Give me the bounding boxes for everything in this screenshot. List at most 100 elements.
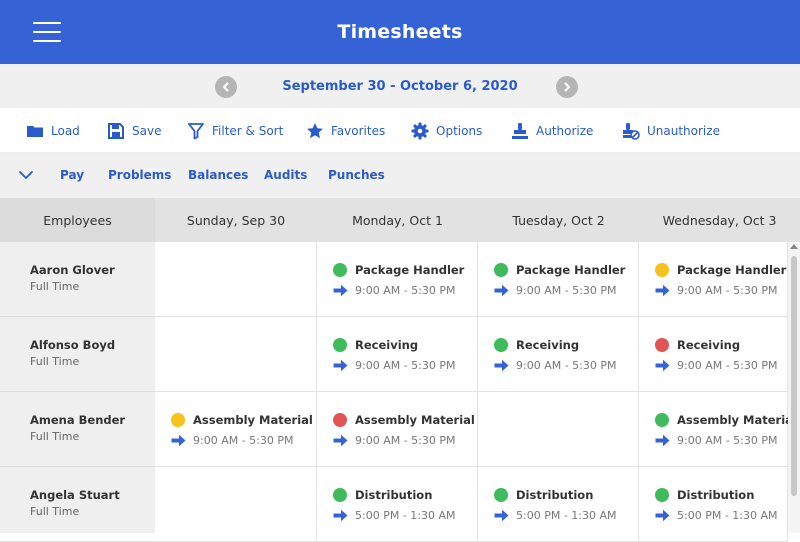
unauthorize-stamp-icon [623,122,640,140]
employee-row[interactable]: Aaron Glover Full Time [0,242,155,317]
folder-icon [27,125,43,137]
arrow-right-icon [333,434,348,447]
shift-job: Receiving [655,338,740,352]
save-button[interactable]: Save [107,108,161,153]
tab-balances[interactable]: Balances [188,153,248,198]
shift-time: 9:00 AM - 5:30 PM [655,284,778,297]
shift-time: 5:00 PM - 1:30 AM [655,509,778,522]
date-navigation: September 30 - October 6, 2020 [0,64,800,108]
vertical-scrollbar[interactable] [788,242,800,533]
chevron-left-icon [223,82,229,92]
status-dot-icon [655,413,669,427]
tab-pay[interactable]: Pay [60,153,84,198]
employee-row[interactable]: Amena Bender Full Time [0,392,155,467]
job-title: Package Handler [677,263,787,277]
favorites-label: Favorites [331,123,386,138]
shift-cell[interactable]: Receiving 9:00 AM - 5:30 PM [317,317,478,392]
column-header-day[interactable]: Wednesday, Oct 3 [639,198,800,242]
favorites-button[interactable]: Favorites [306,108,385,153]
job-title: Assembly Material [677,413,797,427]
job-title: Distribution [355,488,433,502]
job-title: Assembly Material [355,413,475,427]
shift-job: Distribution [333,488,432,502]
unauthorize-label: Unauthorize [647,123,720,138]
sub-navigation: Pay Problems Balances Audits Punches [0,153,800,198]
shift-job: Assembly Material [333,413,475,427]
shift-time: 9:00 AM - 5:30 PM [494,284,617,297]
shift-cell[interactable]: Distribution 5:00 PM - 1:30 AM [639,467,788,542]
authorize-label: Authorize [536,123,594,138]
scrollbar-thumb[interactable] [791,256,797,496]
employee-row[interactable]: Alfonso Boyd Full Time [0,317,155,392]
timesheet-header-row: Employees Sunday, Sep 30 Monday, Oct 1 T… [0,198,800,242]
employee-name: Amena Bender [30,413,126,427]
options-button[interactable]: Options [411,108,482,153]
next-week-button[interactable] [556,76,578,98]
page-title: Timesheets [337,21,463,43]
empty-shift-cell[interactable] [155,317,317,392]
shift-time: 9:00 AM - 5:30 PM [494,359,617,372]
shift-cell[interactable]: Assembly Material 9:00 AM - 5:30 PM [155,392,317,467]
load-button[interactable]: Load [26,108,80,153]
status-dot-icon [333,338,347,352]
column-header-employees[interactable]: Employees [0,198,155,242]
job-title: Receiving [677,338,741,352]
status-dot-icon [655,263,669,277]
load-label: Load [51,123,80,138]
shift-time-text: 9:00 AM - 5:30 PM [677,359,778,372]
arrow-right-icon [655,359,670,372]
arrow-right-icon [494,509,509,522]
arrow-right-icon [655,284,670,297]
column-header-day[interactable]: Monday, Oct 1 [317,198,478,242]
hamburger-menu-icon[interactable] [33,20,61,44]
status-dot-icon [494,488,508,502]
column-header-day[interactable]: Tuesday, Oct 2 [478,198,639,242]
employee-row[interactable]: Angela Stuart Full Time [0,467,155,542]
column-header-day[interactable]: Sunday, Sep 30 [155,198,317,242]
shift-cell[interactable]: Package Handler 9:00 AM - 5:30 PM [639,242,788,317]
gear-icon [411,122,429,139]
arrow-right-icon [171,434,186,447]
job-title: Receiving [516,338,580,352]
shift-job: Receiving [333,338,418,352]
shift-cell[interactable]: Receiving 9:00 AM - 5:30 PM [478,317,639,392]
shift-cell[interactable]: Assembly Material 9:00 AM - 5:30 PM [317,392,478,467]
shift-cell[interactable]: Distribution 5:00 PM - 1:30 AM [478,467,639,542]
arrow-right-icon [494,359,509,372]
shift-time-text: 9:00 AM - 5:30 PM [355,359,456,372]
employee-type: Full Time [30,505,80,518]
chevron-right-icon [564,82,570,92]
shift-time: 5:00 PM - 1:30 AM [333,509,456,522]
status-dot-icon [494,263,508,277]
empty-shift-cell[interactable] [155,242,317,317]
arrow-right-icon [655,434,670,447]
shift-time: 9:00 AM - 5:30 PM [655,434,778,447]
shift-cell[interactable]: Package Handler 9:00 AM - 5:30 PM [478,242,639,317]
employee-list: Aaron Glover Full Time Alfonso Boyd Full… [0,242,155,542]
status-dot-icon [171,413,185,427]
shift-cell[interactable]: Receiving 9:00 AM - 5:30 PM [639,317,788,392]
authorize-button[interactable]: Authorize [511,108,593,153]
shift-cell[interactable]: Package Handler 9:00 AM - 5:30 PM [317,242,478,317]
empty-shift-cell[interactable] [478,392,639,467]
shift-cell[interactable]: Assembly Material 9:00 AM - 5:30 PM [639,392,797,467]
arrow-right-icon [333,509,348,522]
shift-time-text: 9:00 AM - 5:30 PM [193,434,294,447]
previous-week-button[interactable] [215,76,237,98]
arrow-right-icon [494,284,509,297]
tab-audits[interactable]: Audits [264,153,307,198]
status-dot-icon [494,338,508,352]
unauthorize-button[interactable]: Unauthorize [622,108,720,153]
scroll-up-arrow-icon[interactable] [790,244,798,249]
shift-job: Distribution [494,488,593,502]
empty-shift-cell[interactable] [155,467,317,542]
shift-job: Assembly Material [655,413,797,427]
shift-job: Package Handler [494,263,625,277]
employee-name: Aaron Glover [30,263,115,277]
tab-problems[interactable]: Problems [108,153,171,198]
shift-cell[interactable]: Distribution 5:00 PM - 1:30 AM [317,467,478,542]
chevron-down-icon[interactable] [18,169,34,181]
job-title: Package Handler [516,263,626,277]
tab-punches[interactable]: Punches [328,153,385,198]
filter-sort-button[interactable]: Filter & Sort [187,108,283,153]
